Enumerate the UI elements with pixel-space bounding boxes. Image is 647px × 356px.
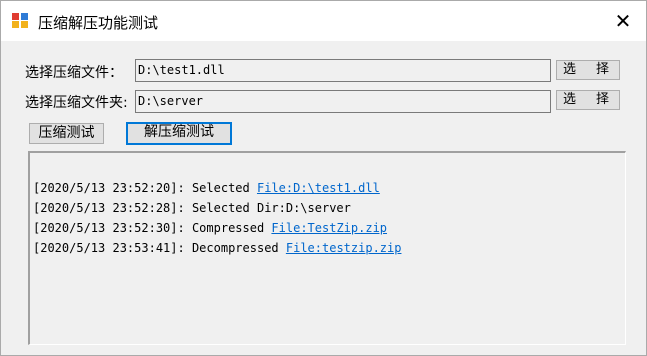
log-line: [2020/5/13 23:52:30]: Compressed File:Te… xyxy=(33,218,401,238)
decompress-test-button[interactable]: 解压缩测试 xyxy=(126,122,232,145)
log-textbox[interactable]: [2020/5/13 23:52:20]: Selected File:D:\t… xyxy=(28,151,626,345)
main-window: 压缩解压功能测试 ✕ 选择压缩文件： D:\test1.dll 选择 选择压缩文… xyxy=(0,0,647,356)
dir-path-field[interactable]: D:\server xyxy=(135,90,551,113)
app-window-icon xyxy=(12,13,30,29)
log-line: [2020/5/13 23:53:41]: Decompressed File:… xyxy=(33,238,401,258)
browse-file-label-left: 选 xyxy=(563,62,577,77)
close-icon[interactable]: ✕ xyxy=(600,1,646,41)
title-bar[interactable]: 压缩解压功能测试 ✕ xyxy=(1,1,646,41)
window-title: 压缩解压功能测试 xyxy=(38,14,159,32)
file-path-field[interactable]: D:\test1.dll xyxy=(135,59,551,82)
dir-label: 选择压缩文件夹: xyxy=(25,95,128,111)
browse-dir-button[interactable]: 选择 xyxy=(556,90,620,110)
compress-test-button[interactable]: 压缩测试 xyxy=(29,123,104,144)
log-link[interactable]: File:TestZip.zip xyxy=(271,221,387,235)
log-line-text: [2020/5/13 23:53:41]: Decompressed xyxy=(33,241,286,255)
browse-file-button[interactable]: 选择 xyxy=(556,60,620,80)
log-line: [2020/5/13 23:52:28]: Selected Dir:D:\se… xyxy=(33,198,401,218)
log-link[interactable]: File:testzip.zip xyxy=(286,241,402,255)
log-line-text: [2020/5/13 23:52:28]: Selected Dir:D:\se… xyxy=(33,201,351,215)
browse-dir-label-left: 选 xyxy=(563,92,577,107)
log-lines: [2020/5/13 23:52:20]: Selected File:D:\t… xyxy=(33,178,401,258)
browse-dir-label-right: 择 xyxy=(596,92,610,107)
log-link[interactable]: File:D:\test1.dll xyxy=(257,181,380,195)
log-line-text: [2020/5/13 23:52:20]: Selected xyxy=(33,181,257,195)
browse-file-label-right: 择 xyxy=(596,62,610,77)
log-line: [2020/5/13 23:52:20]: Selected File:D:\t… xyxy=(33,178,401,198)
log-line-text: [2020/5/13 23:52:30]: Compressed xyxy=(33,221,272,235)
file-label: 选择压缩文件： xyxy=(25,65,123,81)
